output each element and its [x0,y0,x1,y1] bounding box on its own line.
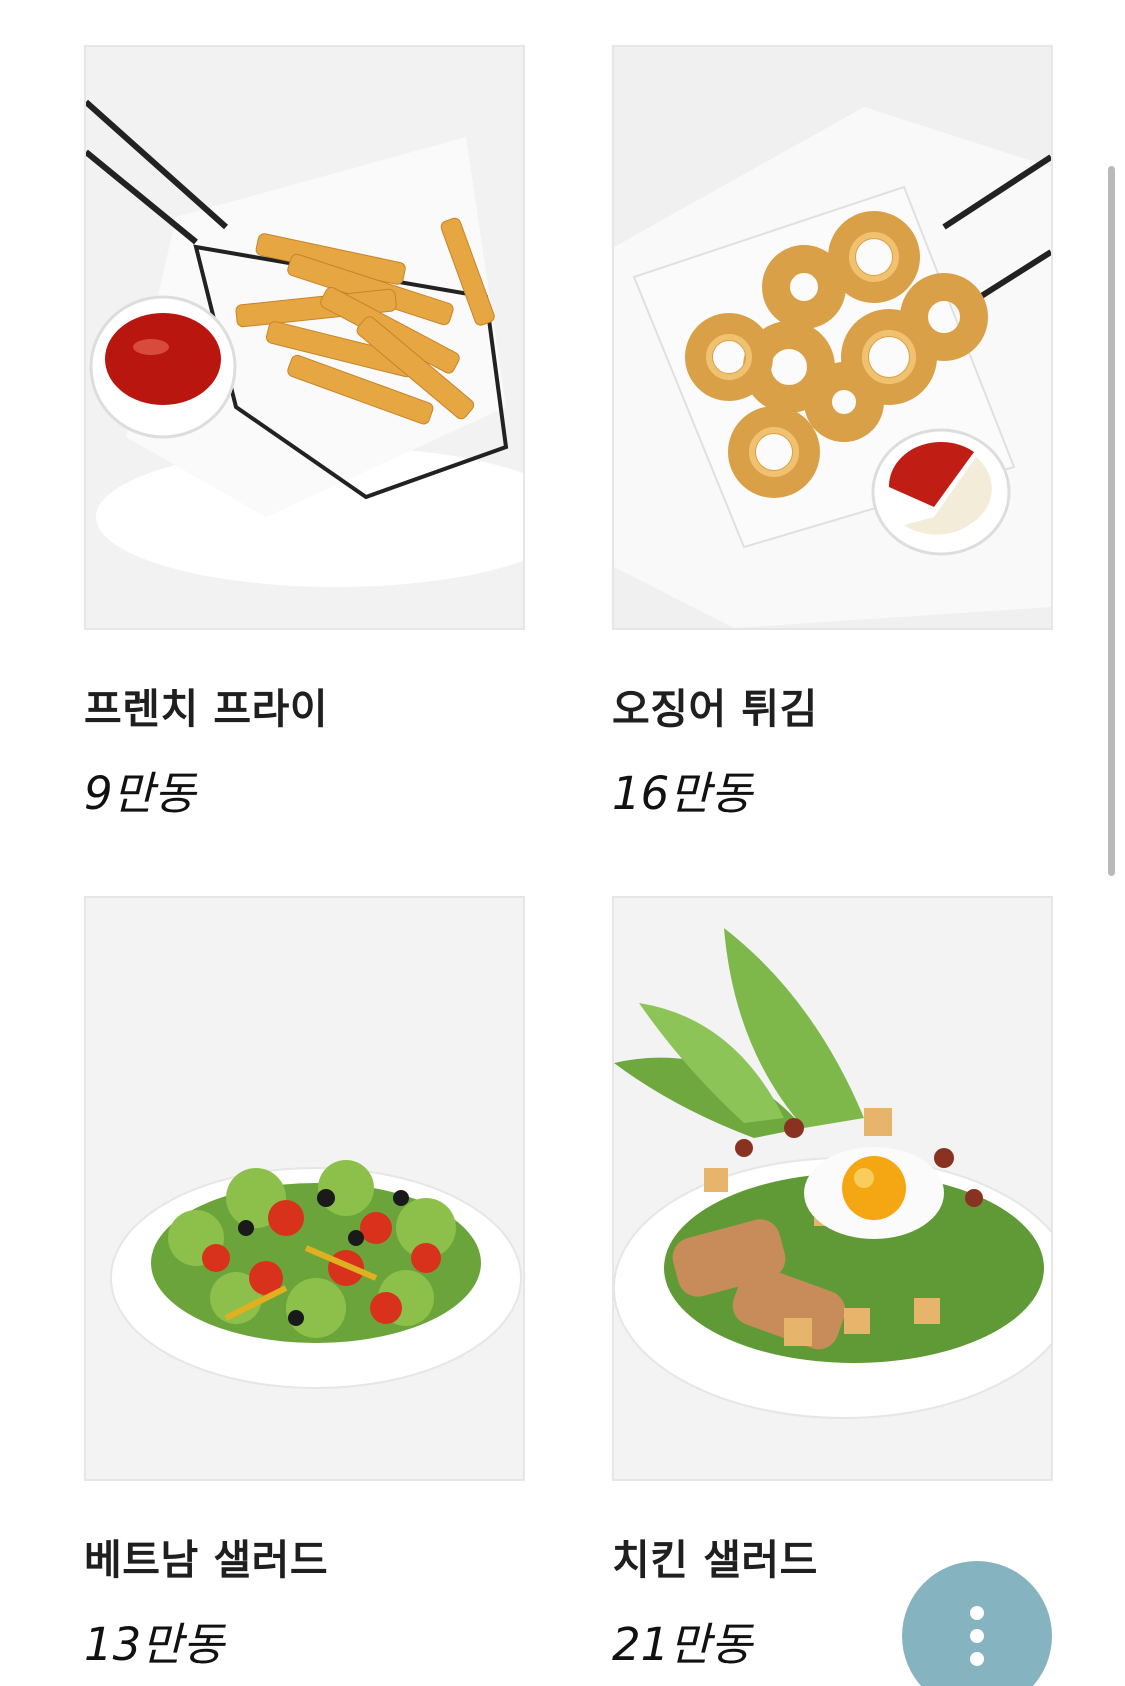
menu-item-card[interactable]: 오징어 튀김 16만동 [612,45,1053,820]
menu-item-price: 9만동 [84,767,196,820]
more-options-button[interactable] [902,1561,1052,1686]
menu-item-price: 21만동 [612,1618,753,1671]
menu-page: 프렌치 프라이 9만동 오징어 튀김 16만동 베트남 샐러드 13만동 치킨 … [0,0,1125,1686]
menu-item-card[interactable]: 베트남 샐러드 13만동 [84,896,525,1671]
menu-item-price: 16만동 [612,767,753,820]
french-fries-photo[interactable] [84,45,525,630]
vietnamese-salad-photo[interactable] [84,896,525,1481]
fried-squid-photo[interactable] [612,45,1053,630]
menu-item-card[interactable]: 치킨 샐러드 21만동 [612,896,1053,1671]
menu-item-price: 13만동 [84,1618,225,1671]
menu-item-name: 베트남 샐러드 [84,1536,329,1584]
scrollbar[interactable] [1108,166,1115,876]
menu-item-name: 오징어 튀김 [612,685,818,733]
chicken-salad-photo[interactable] [612,896,1053,1481]
menu-item-name: 치킨 샐러드 [612,1536,818,1584]
menu-item-card[interactable]: 프렌치 프라이 9만동 [84,45,525,820]
menu-item-name: 프렌치 프라이 [84,685,329,733]
